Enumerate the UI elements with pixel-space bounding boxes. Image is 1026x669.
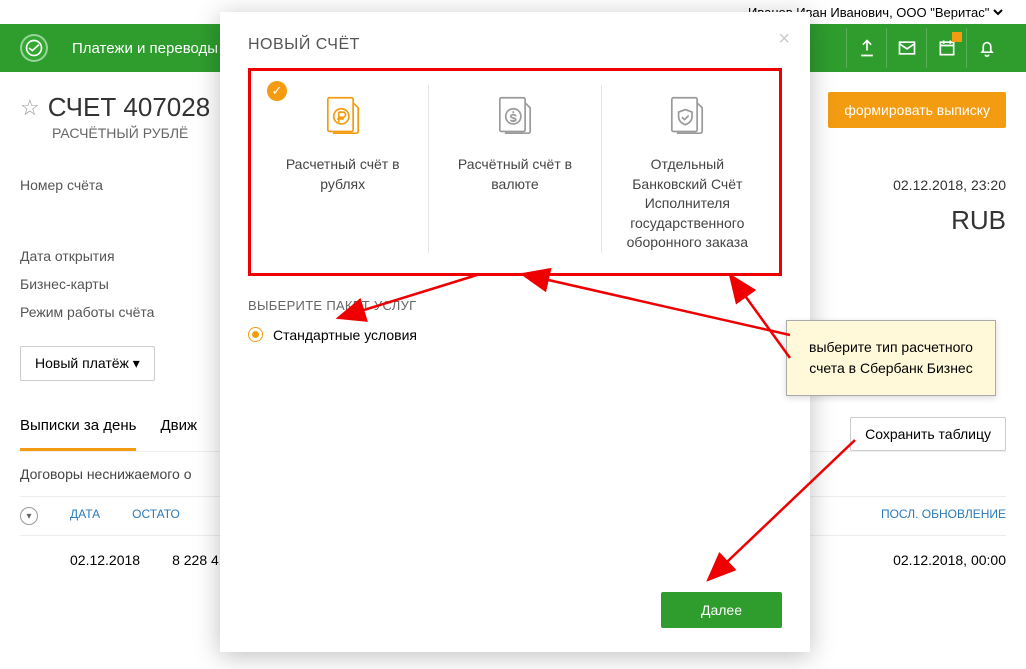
package-section-label: ВЫБЕРИТЕ ПАКЕТ УСЛУГ [248,298,782,313]
option-currency-label: Расчётный счёт в валюте [441,155,588,194]
option-defense[interactable]: Отдельный Банковский Счёт Исполнителя го… [601,85,773,253]
modal-new-account: НОВЫЙ СЧЁТ × ✓ Расчетный счёт в рублях Р… [220,12,810,652]
option-currency[interactable]: Расчётный счёт в валюте [428,85,600,253]
hint-callout: выберите тип расчетного счета в Сбербанк… [786,320,996,396]
option-defense-label: Отдельный Банковский Счёт Исполнителя го… [614,155,761,253]
radio-label: Стандартные условия [273,327,417,343]
radio-standard[interactable]: Стандартные условия [248,327,782,343]
option-ruble[interactable]: ✓ Расчетный счёт в рублях [257,85,428,253]
ruble-doc-icon [316,91,370,145]
close-icon[interactable]: × [778,28,790,51]
option-ruble-label: Расчетный счёт в рублях [269,155,416,194]
radio-icon [248,327,263,342]
shield-doc-icon [660,91,714,145]
next-button[interactable]: Далее [661,592,782,628]
modal-title: НОВЫЙ СЧЁТ [248,36,782,54]
currency-doc-icon [488,91,542,145]
check-icon: ✓ [267,81,287,101]
account-type-options: ✓ Расчетный счёт в рублях Расчётный счёт… [248,68,782,276]
